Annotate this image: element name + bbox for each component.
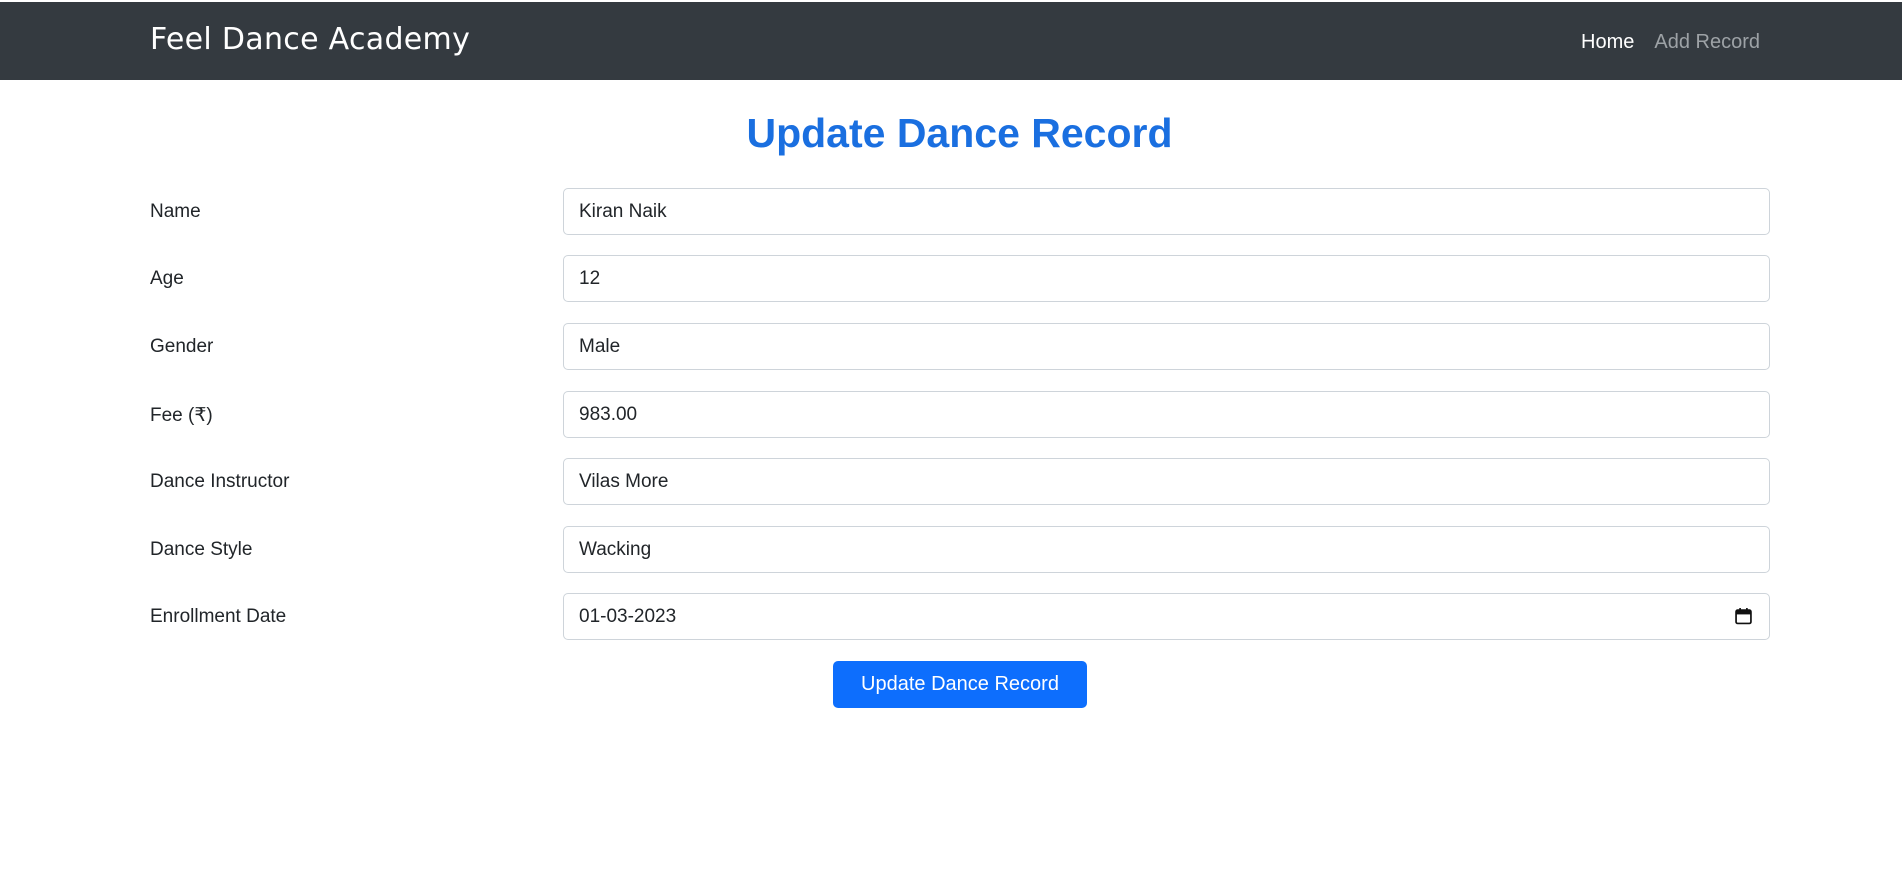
style-input[interactable]: Wacking — [563, 526, 1770, 573]
gender-label: Gender — [150, 336, 214, 357]
age-label: Age — [150, 268, 184, 289]
name-input-value: Kiran Naik — [579, 200, 667, 222]
navbar: Feel Dance Academy Home Add Record — [0, 2, 1902, 80]
instructor-input[interactable]: Vilas More — [563, 458, 1770, 505]
enrollment-date-input[interactable]: 01-03-2023 — [563, 593, 1770, 640]
form-row-enrollment-date: Enrollment Date 01-03-2023 — [150, 593, 1770, 640]
fee-input-value: 983.00 — [579, 403, 638, 425]
nav-links: Home Add Record — [1581, 31, 1760, 54]
age-input[interactable]: 12 — [563, 255, 1770, 302]
nav-link-add-record[interactable]: Add Record — [1654, 31, 1760, 54]
form-row-gender: Gender Male — [150, 323, 1770, 370]
form-row-name: Name Kiran Naik — [150, 188, 1770, 235]
page-title: Update Dance Record — [746, 110, 1173, 156]
gender-input[interactable]: Male — [563, 323, 1770, 370]
form-row-age: Age 12 — [150, 255, 1770, 302]
age-input-value: 12 — [579, 267, 601, 289]
brand-logo-text[interactable]: Feel Dance Academy — [150, 22, 470, 57]
style-input-value: Wacking — [579, 538, 652, 560]
form-row-instructor: Dance Instructor Vilas More — [150, 458, 1770, 505]
gender-input-value: Male — [579, 335, 621, 357]
nav-link-home[interactable]: Home — [1581, 31, 1634, 54]
fee-label: Fee (₹) — [150, 405, 213, 426]
form-row-style: Dance Style Wacking — [150, 526, 1770, 573]
instructor-input-value: Vilas More — [579, 470, 669, 492]
fee-input[interactable]: 983.00 — [563, 391, 1770, 438]
update-dance-record-button[interactable]: Update Dance Record — [833, 661, 1087, 708]
style-label: Dance Style — [150, 539, 253, 560]
calendar-icon[interactable] — [1735, 607, 1752, 625]
enrollment-date-input-value: 01-03-2023 — [579, 605, 677, 627]
instructor-label: Dance Instructor — [150, 471, 290, 492]
name-label: Name — [150, 201, 201, 222]
form-row-fee: Fee (₹) 983.00 — [150, 391, 1770, 438]
name-input[interactable]: Kiran Naik — [563, 188, 1770, 235]
enrollment-date-label: Enrollment Date — [150, 606, 287, 627]
